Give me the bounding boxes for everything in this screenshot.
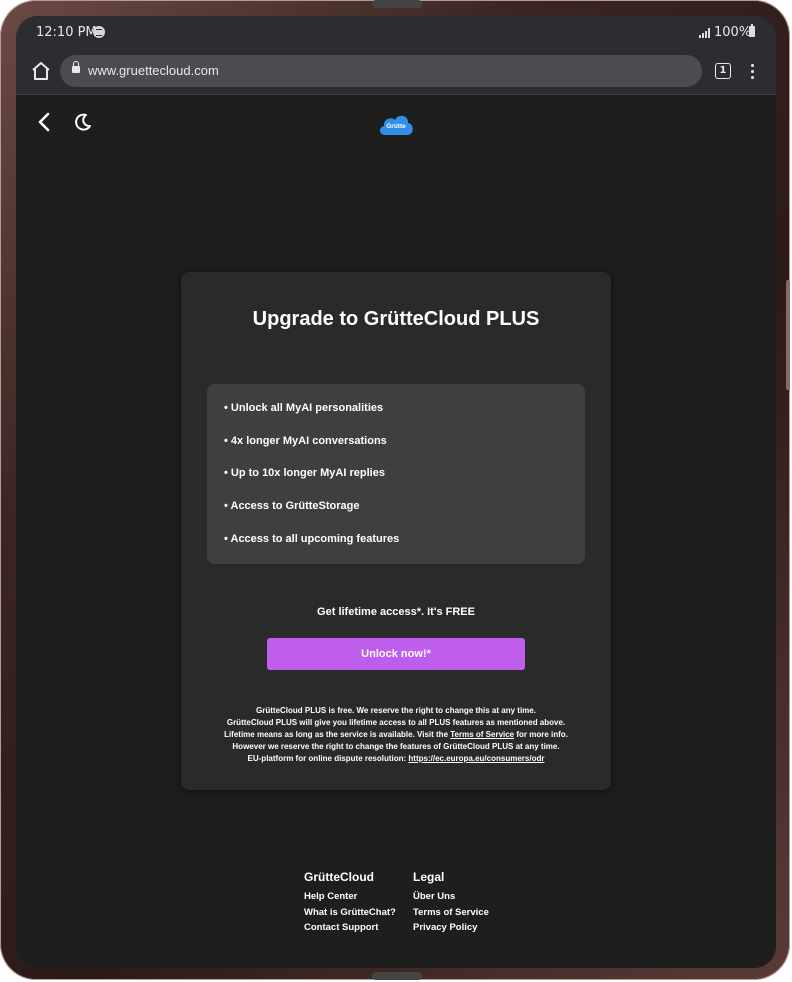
feature-item: • Access to GrütteStorage <box>224 500 360 512</box>
status-time: 12:10 PM <box>36 25 97 40</box>
device-frame: 12:10 PM 100% www.gruettecloud.com 1 Grü… <box>0 0 790 980</box>
footer-link-help-center[interactable]: Help Center <box>304 889 396 905</box>
footer-link-contact-support[interactable]: Contact Support <box>304 920 396 936</box>
disclaimer-line: However we reserve the right to change t… <box>232 742 560 751</box>
side-button <box>786 280 790 390</box>
disclaimer-text: for more info. <box>514 730 568 739</box>
footer-heading: GrütteCloud <box>304 870 374 884</box>
disclaimer-line: Lifetime means as long as the service is… <box>181 729 611 741</box>
moon-icon[interactable] <box>72 111 94 133</box>
url-text[interactable]: www.gruettecloud.com <box>88 63 219 78</box>
page-title: Upgrade to GrütteCloud PLUS <box>252 308 540 330</box>
feature-item: • Access to all upcoming features <box>224 533 400 545</box>
signal-icon <box>699 28 711 38</box>
footer-link-privacy-policy[interactable]: Privacy Policy <box>413 920 489 936</box>
footer-link-terms-of-service[interactable]: Terms of Service <box>413 905 489 921</box>
feature-item: • Up to 10x longer MyAI replies <box>224 467 385 479</box>
lock-icon <box>72 61 80 73</box>
disclaimer-line: GrütteCloud PLUS will give you lifetime … <box>226 718 566 727</box>
battery-icon <box>749 24 755 37</box>
disclaimer-line: EU-platform for online dispute resolutio… <box>181 753 611 765</box>
footer-brand-column: GrütteCloud Help Center What is GrütteCh… <box>304 870 396 936</box>
battery-percentage: 100% <box>714 25 752 40</box>
unlock-now-button[interactable]: Unlock now!* <box>267 638 525 670</box>
home-icon[interactable] <box>30 60 52 82</box>
disclaimer-line: GrütteCloud PLUS is free. We reserve the… <box>256 706 536 715</box>
feature-list: • Unlock all MyAI personalities • 4x lon… <box>207 384 585 564</box>
footer-heading: Legal <box>413 870 445 884</box>
address-bar[interactable]: www.gruettecloud.com <box>60 55 702 87</box>
feature-item: • 4x longer MyAI conversations <box>224 435 387 447</box>
back-icon[interactable] <box>34 111 56 133</box>
cloud-logo-icon[interactable]: Grütte <box>377 111 415 137</box>
disclaimer-text: EU-platform for online dispute resolutio… <box>247 754 409 763</box>
hinge-bottom <box>372 972 422 980</box>
upgrade-card: Upgrade to GrütteCloud PLUS • Unlock all… <box>181 272 611 790</box>
footer-link-uber-uns[interactable]: Über Uns <box>413 889 489 905</box>
page-content: Grütte Upgrade to GrütteCloud PLUS • Unl… <box>16 95 776 968</box>
footer-legal-column: Legal Über Uns Terms of Service Privacy … <box>413 870 489 936</box>
terms-of-service-link[interactable]: Terms of Service <box>450 730 514 739</box>
browser-toolbar: www.gruettecloud.com 1 <box>16 50 776 95</box>
footer-link-what-is-gruettechat[interactable]: What is GrütteChat? <box>304 905 396 921</box>
menu-dots-icon[interactable] <box>747 62 759 80</box>
tab-switcher-button[interactable]: 1 <box>715 63 731 79</box>
disclaimer-text: Lifetime means as long as the service is… <box>224 730 451 739</box>
disclaimer: GrütteCloud PLUS is free. We reserve the… <box>181 705 611 765</box>
lifetime-access-text: Get lifetime access*. It's FREE <box>317 606 475 618</box>
screen: 12:10 PM 100% www.gruettecloud.com 1 Grü… <box>16 16 776 968</box>
hinge-top <box>372 0 422 8</box>
status-bar: 12:10 PM 100% <box>16 16 776 50</box>
spotify-icon <box>93 26 105 38</box>
logo-text: Grütte <box>386 123 406 130</box>
feature-item: • Unlock all MyAI personalities <box>224 402 384 414</box>
odr-link[interactable]: https://ec.europa.eu/consumers/odr <box>408 754 544 763</box>
